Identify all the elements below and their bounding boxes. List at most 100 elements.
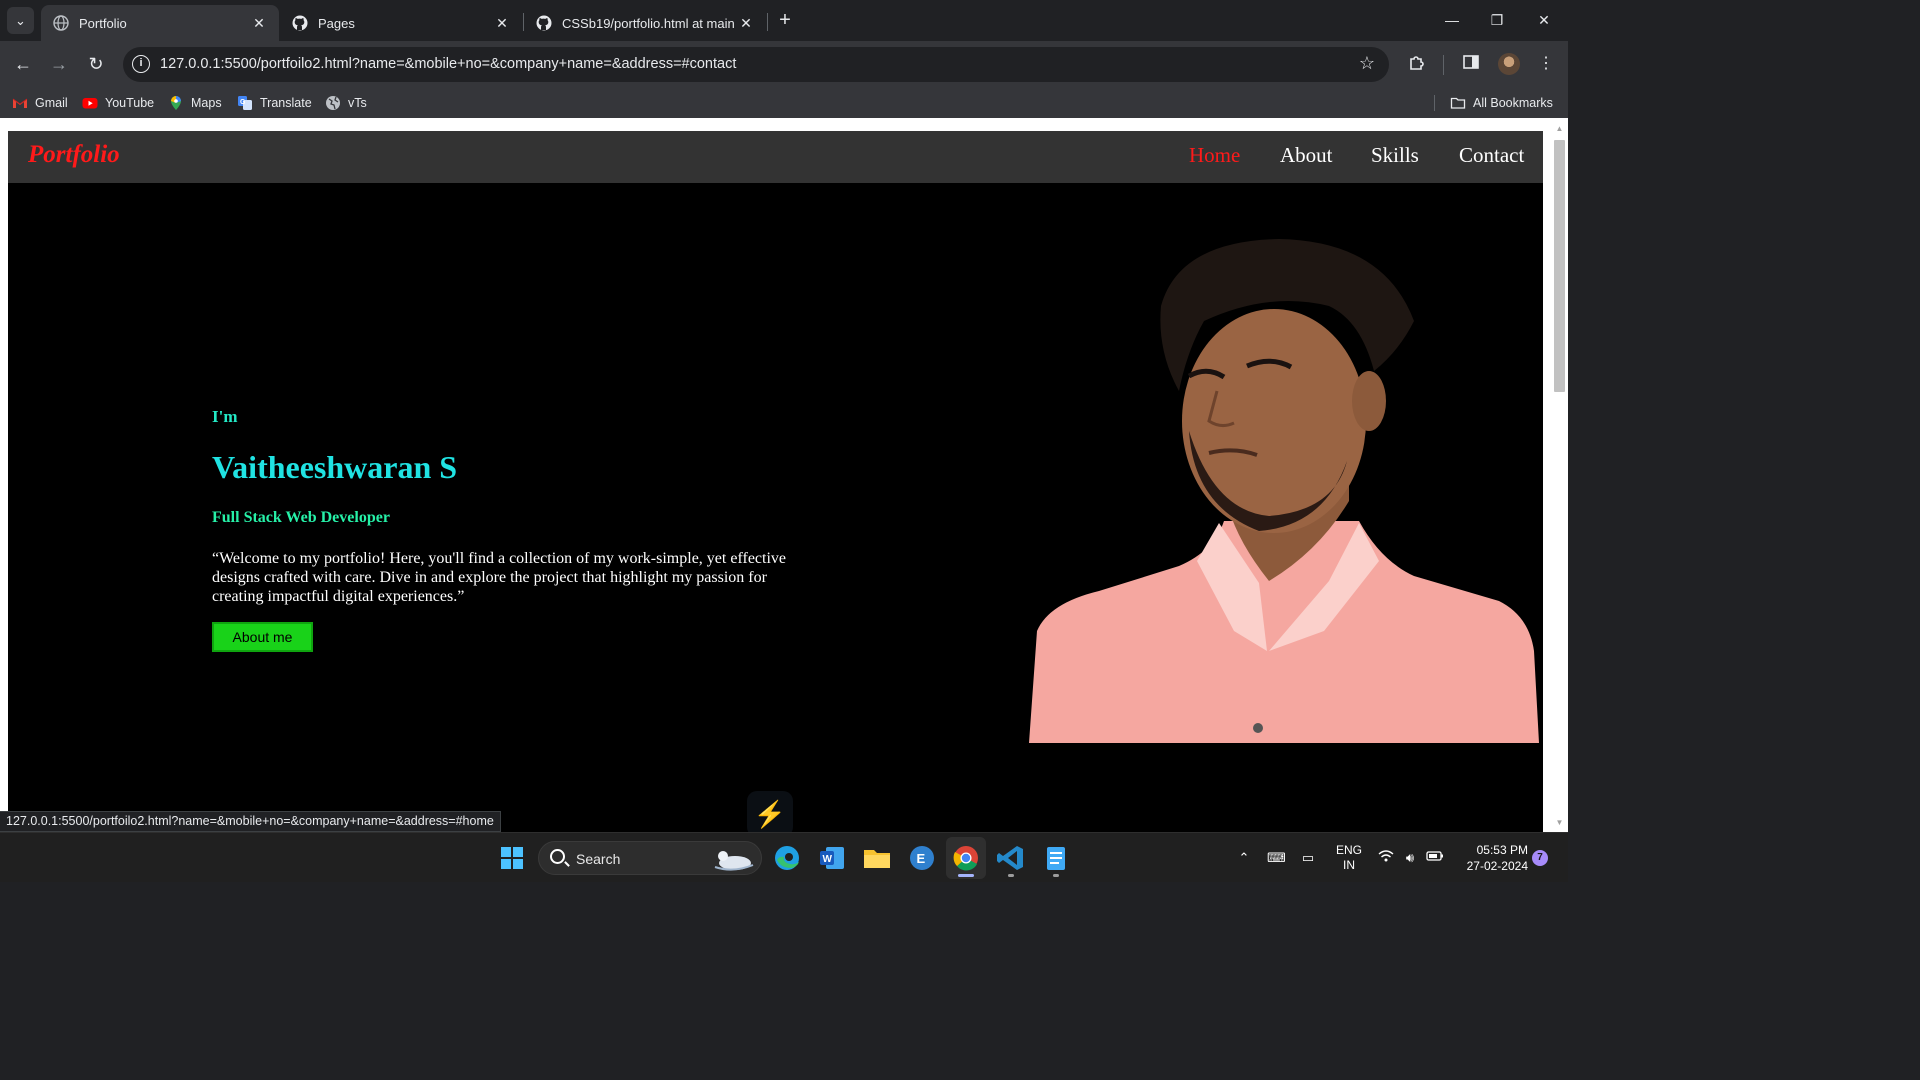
tab-title: Portfolio [79, 15, 127, 31]
tab-separator [767, 13, 768, 31]
star-icon[interactable]: ☆ [1359, 53, 1375, 74]
maps-icon [171, 96, 181, 110]
start-icon[interactable] [496, 842, 528, 874]
bookmark-gmail[interactable]: Gmail [12, 94, 68, 112]
clock-time: 05:53 PM [1476, 843, 1528, 857]
info-icon[interactable]: i [132, 55, 150, 73]
scroll-down-icon[interactable]: ▼ [1555, 818, 1564, 827]
hero-role: Full Stack Web Developer [212, 509, 390, 526]
svg-text:G: G [240, 99, 246, 106]
system-clock[interactable]: 05:53 PM 27-02-2024 [1456, 842, 1528, 874]
edge-icon[interactable] [771, 842, 803, 874]
tray-overflow-icon[interactable]: ⌃ [1235, 849, 1253, 867]
address-bar[interactable]: i 127.0.0.1:5500/portfoilo2.html?name=&m… [123, 47, 1389, 82]
svg-text:E: E [917, 851, 926, 866]
notification-badge[interactable]: 7 [1532, 850, 1548, 866]
nav-link-contact[interactable]: Contact [1459, 143, 1524, 168]
profile-photo [1029, 239, 1539, 743]
taskbar-search-label: Search [576, 851, 621, 867]
tab-portfolio[interactable]: Portfolio ✕ [41, 5, 279, 41]
github-icon [292, 15, 308, 31]
folder-icon [1450, 97, 1466, 109]
status-bar-url: 127.0.0.1:5500/portfoilo2.html?name=&mob… [0, 811, 501, 832]
close-window-button[interactable]: ✕ [1532, 8, 1556, 32]
about-me-button[interactable]: About me [212, 622, 313, 652]
forward-button[interactable]: → [47, 52, 71, 76]
gmail-icon [12, 98, 28, 108]
clock-date: 27-02-2024 [1466, 859, 1528, 873]
minimize-icon: — [1445, 12, 1459, 28]
side-panel-button[interactable] [1460, 53, 1482, 75]
hero-name: Vaitheeshwaran S [212, 449, 458, 485]
scroll-up-icon[interactable]: ▲ [1555, 124, 1564, 133]
site-brand[interactable]: Portfolio [28, 141, 120, 169]
restore-button[interactable]: ❐ [1485, 8, 1509, 32]
close-icon[interactable]: ✕ [738, 15, 754, 32]
all-bookmarks-button[interactable]: All Bookmarks [1450, 94, 1553, 112]
reload-button[interactable]: ↻ [84, 52, 108, 76]
close-icon[interactable]: ✕ [494, 15, 510, 32]
github-icon [536, 15, 552, 31]
lightning-icon: ⚡ [753, 799, 787, 829]
close-icon[interactable]: ✕ [251, 15, 267, 32]
search-highlight-icon [714, 851, 754, 871]
extensions-button[interactable] [1406, 53, 1428, 75]
nav-link-home[interactable]: Home [1189, 143, 1240, 168]
wifi-icon[interactable] [1377, 849, 1395, 867]
tab-pages[interactable]: Pages ✕ [280, 5, 522, 41]
nav-link-about[interactable]: About [1280, 143, 1333, 168]
floating-extension-button[interactable]: ⚡ [747, 791, 793, 832]
tab-search-button[interactable]: ⌄ [7, 7, 34, 34]
reload-icon: ↻ [88, 54, 104, 74]
hero-intro: “Welcome to my portfolio! Here, you'll f… [212, 550, 787, 605]
profile-avatar[interactable] [1498, 53, 1520, 75]
nav-link-skills[interactable]: Skills [1371, 143, 1419, 168]
active-app-indicator [958, 874, 974, 877]
language-code: ENG [1336, 843, 1363, 857]
bookmarks-divider [1434, 95, 1435, 111]
vscode-icon[interactable] [995, 842, 1027, 874]
display-icon[interactable]: ▭ [1299, 849, 1317, 867]
globe-icon [326, 96, 340, 110]
bookmark-label: YouTube [105, 96, 155, 110]
windows-taskbar: Search W E ⌃ ⌨ ▭ ENG IN 🔊︎ 05:53 PM 27-0… [0, 832, 1568, 882]
battery-icon[interactable] [1426, 849, 1444, 867]
site-navbar: Portfolio Home About Skills Contact [8, 131, 1543, 183]
kebab-menu-icon: ⋮ [1538, 55, 1554, 72]
toolbar-divider [1443, 55, 1444, 75]
portfolio-page: Portfolio Home About Skills Contact I'm … [8, 131, 1543, 832]
menu-button[interactable]: ⋮ [1535, 53, 1557, 75]
address-url[interactable]: 127.0.0.1:5500/portfoilo2.html?name=&mob… [160, 47, 736, 82]
bookmark-label: vTs [348, 96, 367, 110]
chrome-icon[interactable] [950, 842, 982, 874]
translate-icon: G [238, 96, 252, 110]
bookmark-vts[interactable]: vTs [325, 94, 367, 112]
page-scrollbar[interactable]: ▲ ▼ [1551, 118, 1568, 832]
bookmark-youtube[interactable]: YouTube [82, 94, 154, 112]
plus-icon: + [779, 9, 791, 31]
language-indicator[interactable]: ENG IN [1336, 843, 1362, 873]
volume-icon[interactable]: 🔊︎ [1401, 849, 1419, 867]
chevron-down-icon: ⌄ [15, 13, 26, 28]
new-tab-button[interactable]: + [774, 9, 796, 31]
close-icon: ✕ [1538, 12, 1550, 28]
svg-text:W: W [823, 854, 833, 865]
all-bookmarks-label: All Bookmarks [1473, 96, 1553, 110]
keyboard-icon[interactable]: ⌨ [1267, 849, 1286, 867]
tab-github-portfolio[interactable]: CSSb19/portfolio.html at main ✕ [524, 5, 766, 41]
word-icon[interactable]: W [816, 842, 848, 874]
file-explorer-icon[interactable] [861, 842, 893, 874]
bookmark-maps[interactable]: Maps [168, 94, 222, 112]
minimize-button[interactable]: — [1440, 8, 1464, 32]
app-icon[interactable]: E [906, 842, 938, 874]
scroll-thumb[interactable] [1554, 140, 1565, 392]
arrow-left-icon: ← [14, 54, 32, 74]
hero-greeting: I'm [212, 407, 238, 426]
back-button[interactable]: ← [11, 52, 35, 76]
browser-toolbar: ← → ↻ i 127.0.0.1:5500/portfoilo2.html?n… [0, 41, 1568, 88]
taskbar-search[interactable]: Search [538, 841, 762, 875]
notepad-icon[interactable] [1040, 842, 1072, 874]
tab-strip: ⌄ Portfolio ✕ Pages ✕ CSSb19/portfolio.h… [0, 0, 1568, 41]
bookmark-translate[interactable]: G Translate [237, 94, 312, 112]
bookmarks-bar: Gmail YouTube Maps G Translate vTs All B… [0, 88, 1568, 118]
